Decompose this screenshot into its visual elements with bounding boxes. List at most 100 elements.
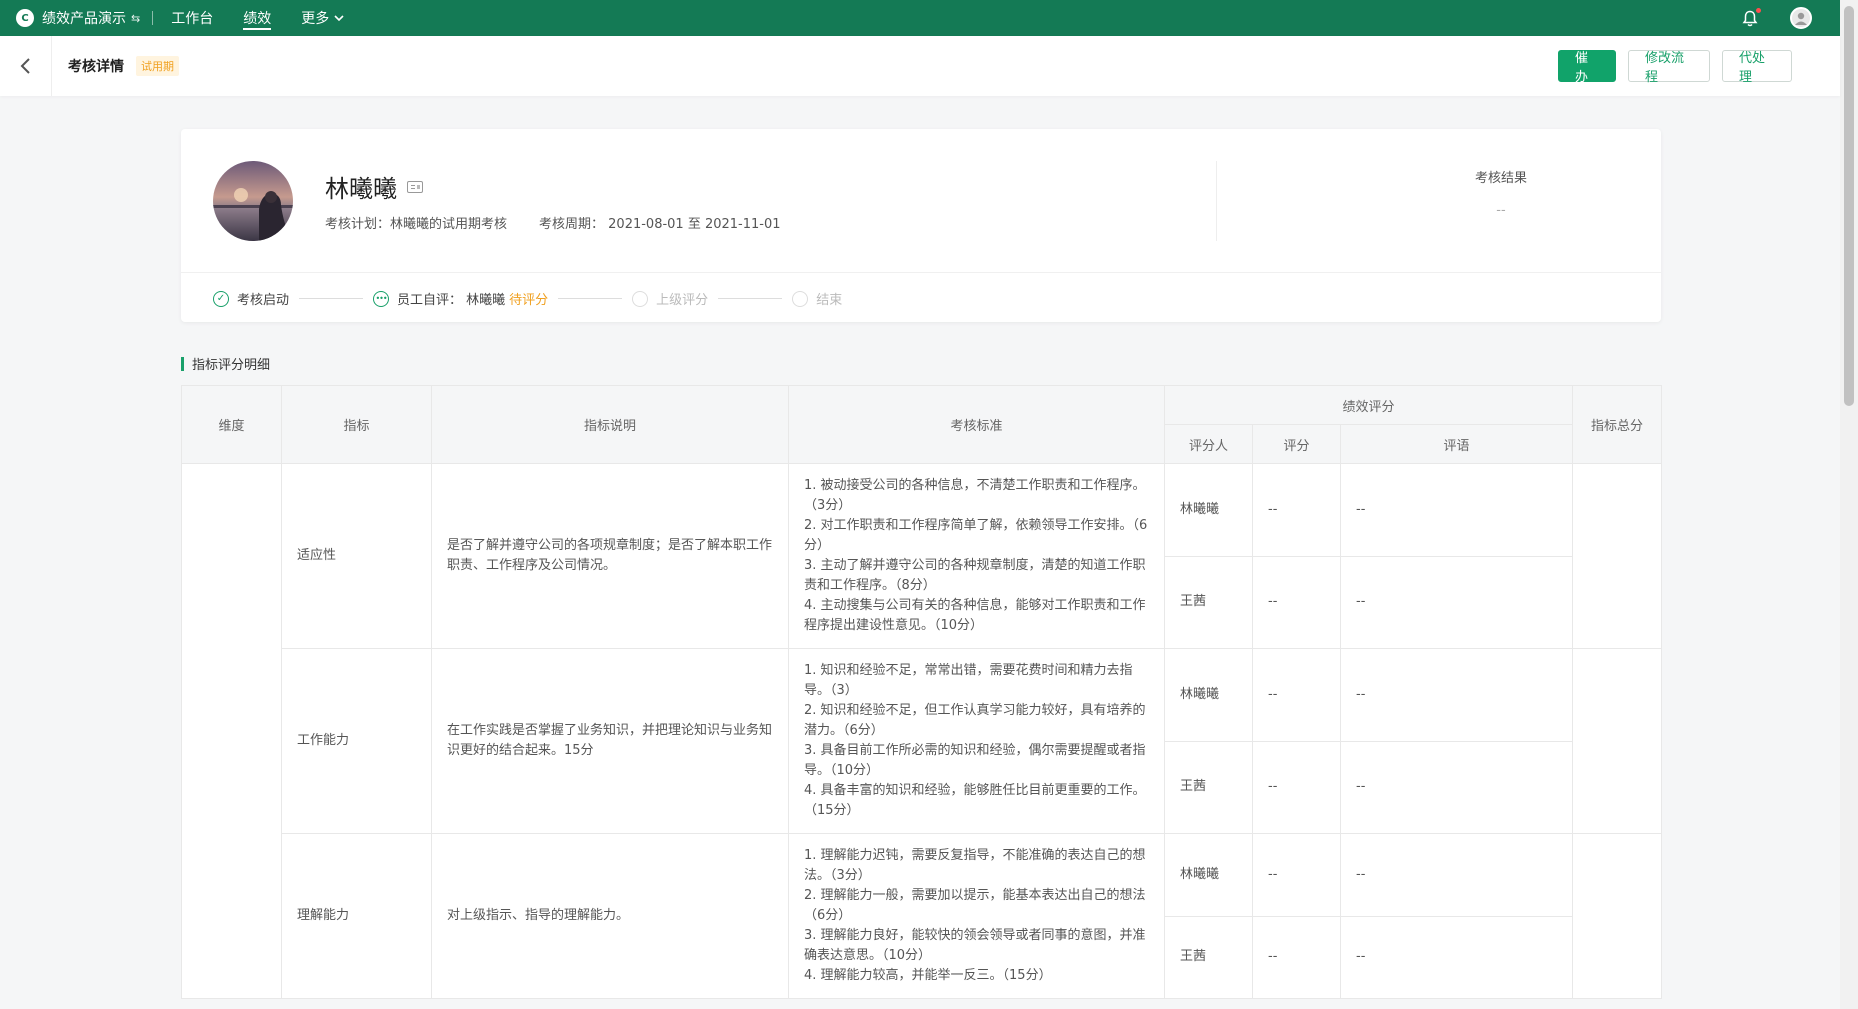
standard-cell: 1. 知识和经验不足，常常出错，需要花费时间和精力去指导。（3） 2. 知识和经… <box>788 648 1165 834</box>
rater-cell: 林曦曦 <box>1164 648 1253 742</box>
header-indicator: 指标 <box>281 385 432 464</box>
user-avatar[interactable] <box>1790 7 1812 29</box>
score-cell: -- <box>1252 915 1341 999</box>
criterion-item: 4. 主动搜集与公司有关的各种信息，能够对工作职责和工作程序提出建设性意见。（1… <box>804 598 1146 633</box>
header-rater: 评分人 <box>1164 424 1253 464</box>
comment-cell: -- <box>1340 740 1573 834</box>
brand-name: 绩效产品演示 <box>42 11 126 27</box>
switch-icon[interactable]: ⇆ <box>131 12 140 25</box>
standard-cell: 1. 理解能力迟钝，需要反复指导，不能准确的表达自己的想法。（3分） 2. 理解… <box>788 833 1165 999</box>
header-description: 指标说明 <box>431 385 789 464</box>
rater-cell: 王茜 <box>1164 555 1253 649</box>
total-cell <box>1572 648 1662 834</box>
header-standard: 考核标准 <box>788 385 1165 464</box>
page-scrollbar[interactable] <box>1840 0 1858 1009</box>
pending-circle-icon <box>632 290 649 307</box>
description-cell: 在工作实践是否掌握了业务知识，并把理论知识与业务知识更好的结合起来。15分 <box>431 648 789 834</box>
step-label: 员工自评： 林曦曦 <box>397 293 506 308</box>
standard-cell: 1. 被动接受公司的各种信息，不清楚工作职责和工作程序。（3分） 2. 对工作职… <box>788 463 1165 649</box>
step-label: 考核启动 <box>237 293 290 308</box>
assessment-meta: 考核计划：林曦曦的试用期考核 考核周期： 2021-08-01 至 2021-1… <box>325 213 781 232</box>
in-progress-icon: ••• <box>373 290 390 307</box>
criterion-item: 2. 对工作职责和工作程序简单了解，依赖领导工作安排。（6分） <box>804 518 1148 553</box>
comment-cell: -- <box>1340 648 1573 742</box>
nav-item-workbench[interactable]: 工作台 <box>171 0 213 36</box>
nav-item-more[interactable]: 更多 <box>301 0 345 36</box>
nav-item-performance[interactable]: 绩效 <box>243 0 272 36</box>
criterion-item: 3. 具备目前工作所必需的知识和经验，偶尔需要提醒或者指导。（10分） <box>804 743 1146 778</box>
section-title: 指标评分明细 <box>181 354 270 373</box>
process-steps: ✓ 考核启动 ••• 员工自评： 林曦曦 待评分 上级评分 结束 <box>213 289 842 308</box>
indicator-cell: 理解能力 <box>281 833 432 999</box>
total-cell <box>1572 463 1662 649</box>
scrollbar-thumb[interactable] <box>1844 6 1854 406</box>
description-cell: 是否了解并遵守公司的各项规章制度；是否了解本职工作职责、工作程序及公司情况。 <box>431 463 789 649</box>
step-connector <box>558 298 623 299</box>
table-row: 适应性 是否了解并遵守公司的各项规章制度；是否了解本职工作职责、工作程序及公司情… <box>181 463 1662 999</box>
chevron-left-icon <box>20 58 30 74</box>
score-cell: -- <box>1252 648 1341 742</box>
header-score: 评分 <box>1252 424 1341 464</box>
rater-cell: 王茜 <box>1164 740 1253 834</box>
id-card-icon[interactable] <box>407 180 423 193</box>
criterion-item: 1. 理解能力迟钝，需要反复指导，不能准确的表达自己的想法。（3分） <box>804 848 1146 883</box>
notification-bell-icon[interactable] <box>1740 7 1762 28</box>
criterion-item: 4. 理解能力较高，并能举一反三。（15分） <box>804 968 1052 983</box>
check-circle-icon: ✓ <box>213 290 229 307</box>
comment-cell: -- <box>1340 915 1573 999</box>
criterion-item: 1. 被动接受公司的各种信息，不清楚工作职责和工作程序。（3分） <box>804 478 1146 513</box>
chevron-down-icon <box>334 15 344 22</box>
comment-cell: -- <box>1340 833 1573 917</box>
section-title-text: 指标评分明细 <box>192 358 271 373</box>
urge-button[interactable]: 催办 <box>1558 50 1616 85</box>
page-title: 考核详情 <box>68 59 124 75</box>
steps-divider <box>181 272 1661 273</box>
brand-logo-icon: C <box>16 9 34 27</box>
employee-avatar <box>213 161 293 241</box>
notification-dot <box>1755 7 1762 14</box>
step-self-review: ••• 员工自评： 林曦曦 待评分 <box>373 289 548 308</box>
table-row: 工作能力 在工作实践是否掌握了业务知识，并把理论知识与业务知识更好的结合起来。1… <box>182 648 1662 834</box>
brand-switcher[interactable]: C 绩效产品演示 ⇆ <box>0 0 140 36</box>
total-cell <box>1572 833 1662 999</box>
modify-process-button[interactable]: 修改流程 <box>1628 50 1710 85</box>
table-row: 理解能力 对上级指示、指导的理解能力。 1. 理解能力迟钝，需要反复指导，不能准… <box>182 833 1662 999</box>
back-button[interactable] <box>0 36 52 96</box>
criterion-item: 2. 知识和经验不足，但工作认真学习能力较好，具有培养的潜力。（6分） <box>804 703 1146 738</box>
score-cell: -- <box>1252 463 1341 557</box>
rater-cell: 林曦曦 <box>1164 463 1253 557</box>
comment-cell: -- <box>1340 555 1573 649</box>
criterion-item: 4. 具备丰富的知识和经验，能够胜任比目前更重要的工作。（15分） <box>804 783 1146 818</box>
step-status: 待评分 <box>509 293 549 308</box>
proxy-handle-button[interactable]: 代处理 <box>1722 50 1792 85</box>
step-label: 上级评分 <box>656 293 709 308</box>
header-score-group: 绩效评分 <box>1164 385 1573 425</box>
step-connector <box>299 298 364 299</box>
indicator-cell: 适应性 <box>281 463 432 649</box>
result-divider <box>1216 161 1217 241</box>
score-cell: -- <box>1252 833 1341 917</box>
nav-divider <box>152 11 154 25</box>
description-cell: 对上级指示、指导的理解能力。 <box>431 833 789 999</box>
employee-name: 林曦曦 <box>325 175 397 203</box>
rater-cell: 林曦曦 <box>1164 833 1253 917</box>
probation-tag: 试用期 <box>136 56 179 76</box>
indicator-score-table: 维度 指标 指标说明 考核标准 绩效评分 指标总分 评分人 评分 评语 适应性 … <box>181 385 1662 999</box>
header-total: 指标总分 <box>1572 385 1662 464</box>
assessment-period: 考核周期： 2021-08-01 至 2021-11-01 <box>539 217 781 232</box>
score-cell: -- <box>1252 555 1341 649</box>
rater-cell: 王茜 <box>1164 915 1253 999</box>
score-cell: -- <box>1252 740 1341 834</box>
step-connector <box>718 298 783 299</box>
assessment-plan: 考核计划：林曦曦的试用期考核 <box>325 217 508 232</box>
criterion-item: 3. 理解能力良好，能较快的领会领导或者同事的意图，并准确表达意思。（10分） <box>804 928 1146 963</box>
page-header: 考核详情 试用期 催办 修改流程 代处理 <box>0 36 1840 96</box>
result-label: 考核结果 <box>1474 171 1527 186</box>
top-nav-bar: C 绩效产品演示 ⇆ 工作台 绩效 更多 <box>0 0 1840 36</box>
indicator-cell: 工作能力 <box>281 648 432 834</box>
section-accent-bar <box>181 356 184 371</box>
step-manager-review: 上级评分 <box>632 289 708 308</box>
profile-card: 林曦曦 考核计划：林曦曦的试用期考核 考核周期： 2021-08-01 至 20… <box>181 129 1661 322</box>
pending-circle-icon <box>792 290 809 307</box>
criterion-item: 3. 主动了解并遵守公司的各种规章制度，清楚的知道工作职责和工作程序。（8分） <box>804 558 1146 593</box>
